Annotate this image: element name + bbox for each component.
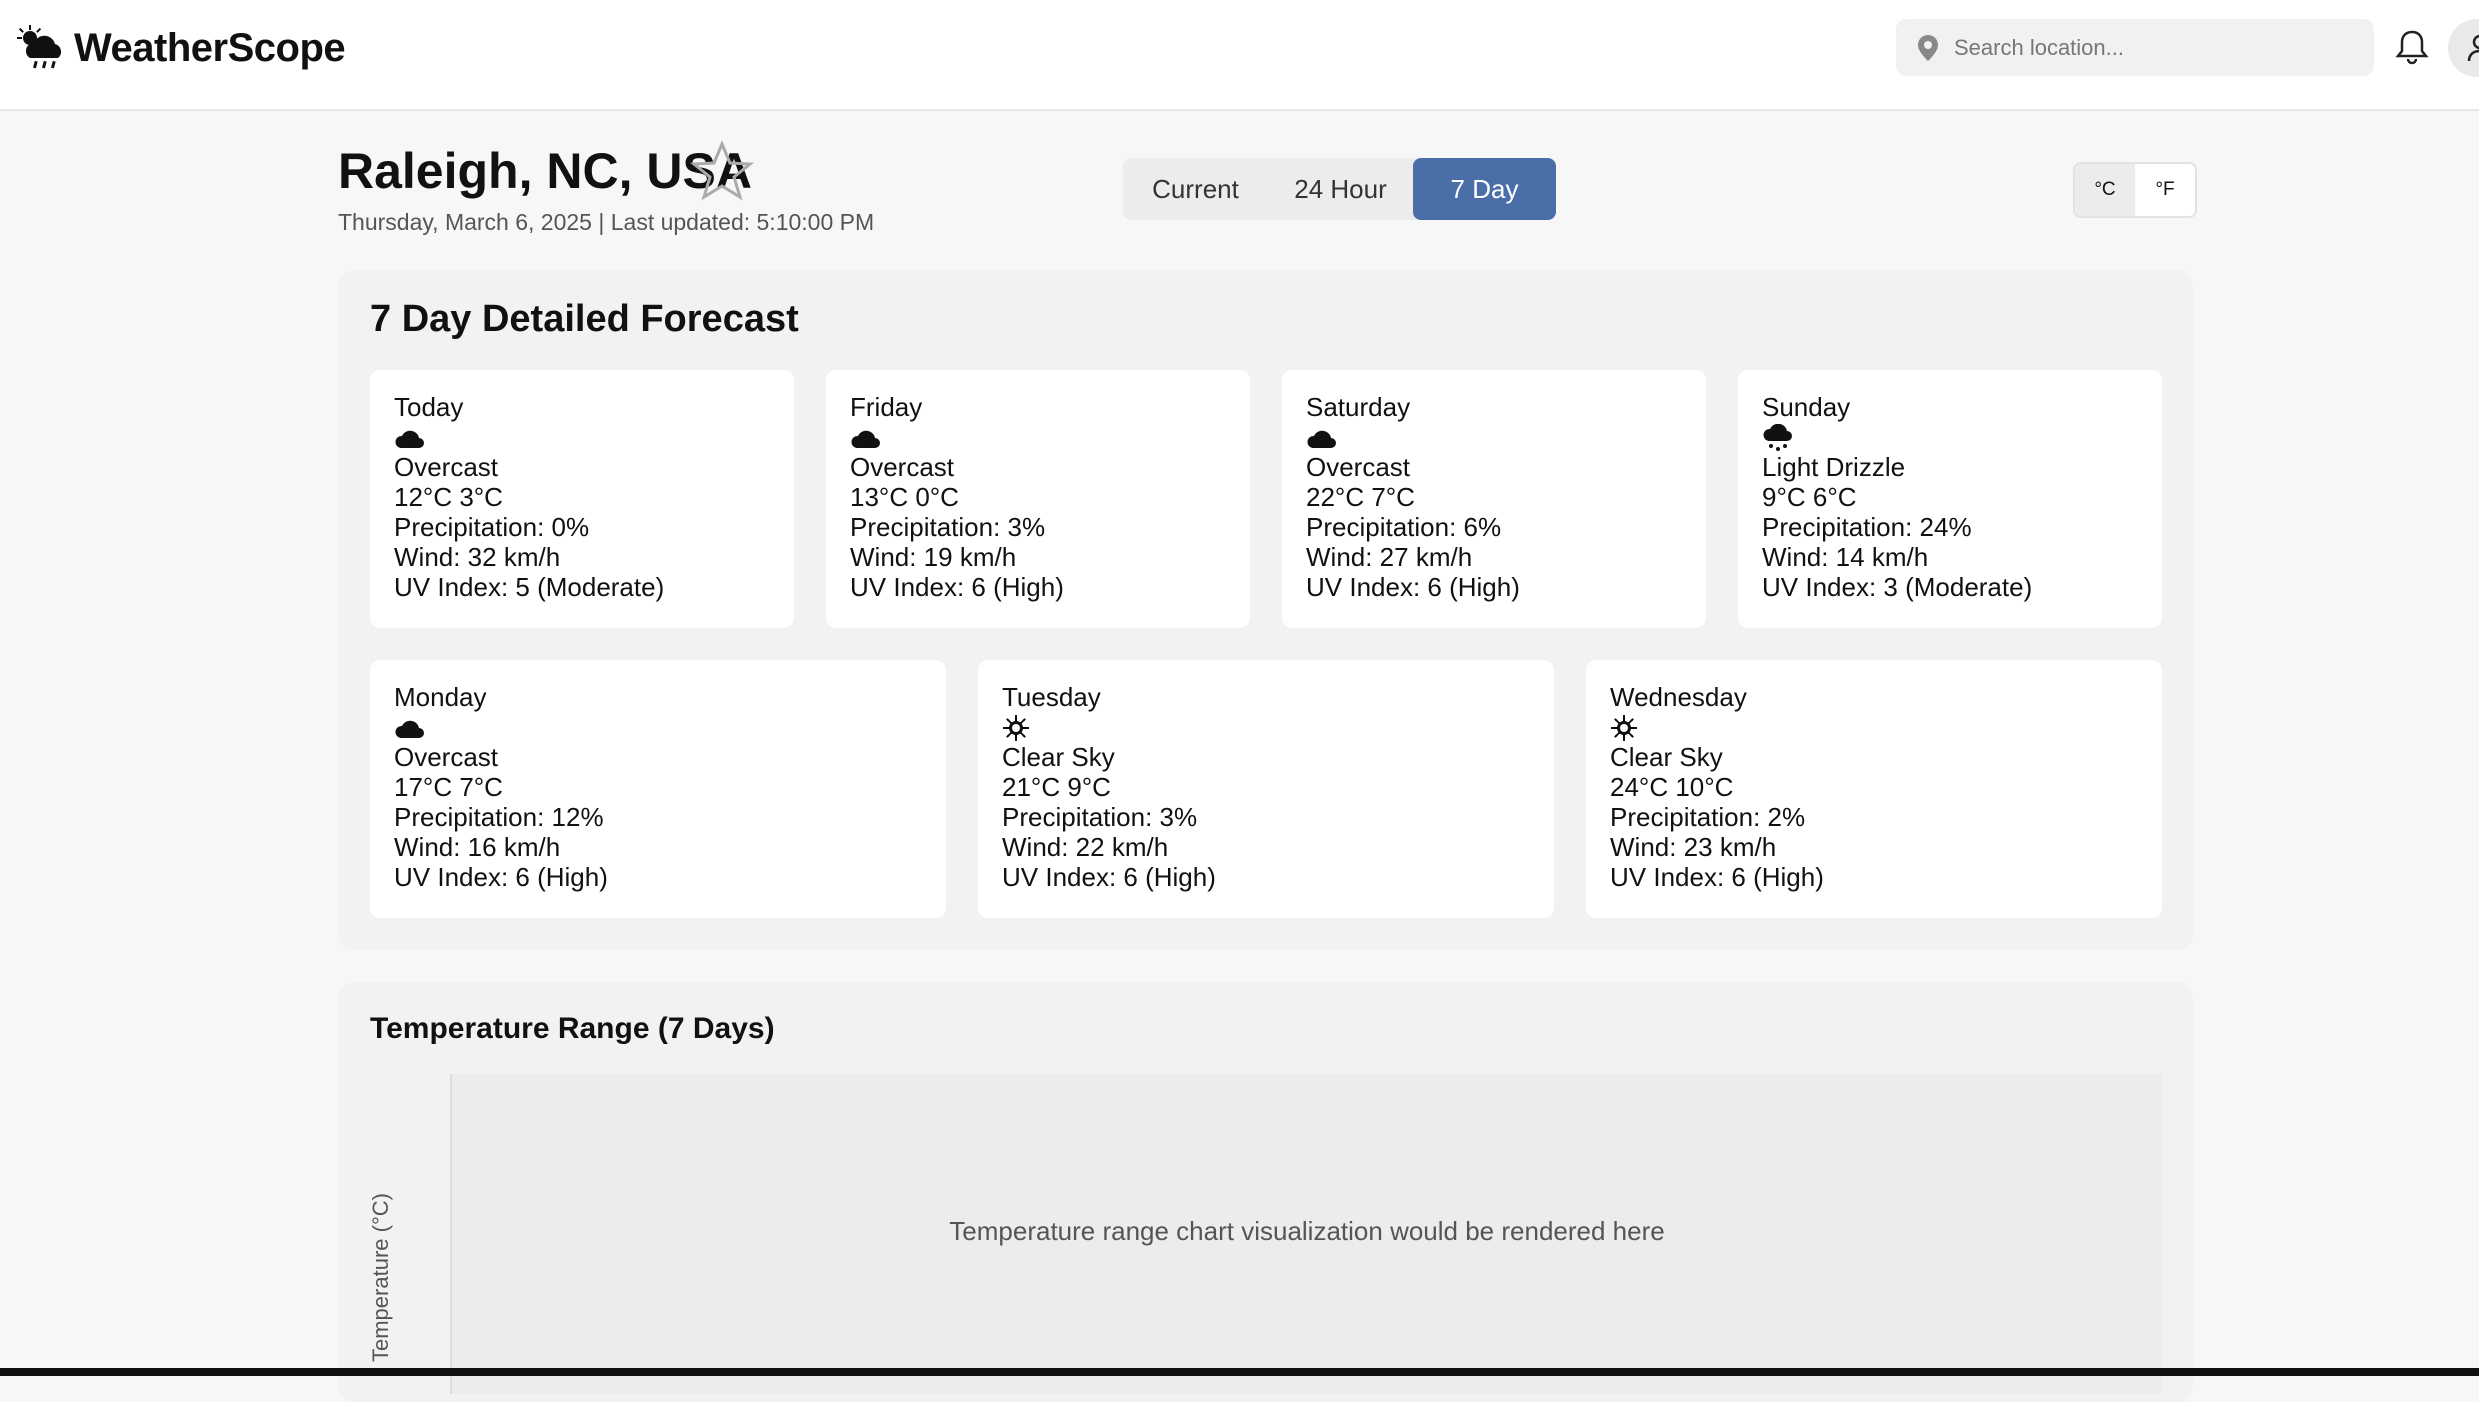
day-name: Sunday — [1762, 392, 1851, 422]
day-condition: Overcast — [850, 452, 955, 482]
cloud-icon — [395, 430, 424, 448]
location-search — [1896, 19, 2374, 76]
day-temps: 17°C 7°C — [394, 772, 503, 802]
day-wind: Wind: 22 km/h — [1002, 832, 1169, 862]
day-precipitation: Precipitation: 6% — [1306, 512, 1502, 542]
forecast-panel: 7 Day Detailed Forecast Today Overcast 1… — [338, 270, 2193, 950]
day-uv-index: UV Index: 6 (High) — [1306, 572, 1520, 602]
user-avatar[interactable] — [2448, 19, 2479, 77]
search-input[interactable] — [1952, 33, 2356, 62]
day-condition: Overcast — [1306, 452, 1411, 482]
day-name: Today — [394, 392, 464, 422]
bottom-edge — [0, 1368, 2479, 1376]
day-condition: Clear Sky — [1610, 742, 1723, 772]
day-condition: Overcast — [394, 742, 499, 772]
app-logo[interactable]: WeatherScope — [16, 24, 346, 72]
favorite-star-icon[interactable] — [690, 140, 754, 202]
day-condition: Light Drizzle — [1762, 452, 1906, 482]
day-temps: 22°C 7°C — [1306, 482, 1415, 512]
cloud-icon — [851, 430, 880, 448]
day-temps: 9°C 6°C — [1762, 482, 1857, 512]
tab-7-day[interactable]: 7 Day — [1413, 158, 1556, 220]
chart-y-axis-label: Temperature (°C) — [368, 1193, 393, 1362]
weather-logo-icon — [17, 25, 62, 69]
day-card[interactable]: Today Overcast 12°C 3°C Precipitation: 0… — [370, 370, 794, 628]
day-condition: Clear Sky — [1002, 742, 1115, 772]
day-temps: 12°C 3°C — [394, 482, 503, 512]
day-precipitation: Precipitation: 0% — [394, 512, 590, 542]
day-wind: Wind: 19 km/h — [850, 542, 1017, 572]
day-card[interactable]: Saturday Overcast 22°C 7°C Precipitation… — [1282, 370, 1706, 628]
forecast-title: 7 Day Detailed Forecast — [370, 298, 799, 340]
day-card[interactable]: Monday Overcast 17°C 7°C Precipitation: … — [370, 660, 946, 918]
day-wind: Wind: 32 km/h — [394, 542, 561, 572]
day-uv-index: UV Index: 6 (High) — [1002, 862, 1216, 892]
day-card[interactable]: Wednesday Clear Sky 24°C 10°C Precipitat… — [1586, 660, 2162, 918]
day-card[interactable]: Tuesday Clear Sky 21°C 9°C Precipitation… — [978, 660, 1554, 918]
user-icon — [2467, 34, 2479, 62]
day-wind: Wind: 27 km/h — [1306, 542, 1473, 572]
notification-bell-icon[interactable] — [2395, 28, 2429, 66]
day-uv-index: UV Index: 6 (High) — [394, 862, 608, 892]
day-precipitation: Precipitation: 12% — [394, 802, 604, 832]
day-uv-index: UV Index: 6 (High) — [850, 572, 1064, 602]
tab-24-hour[interactable]: 24 Hour — [1268, 158, 1413, 220]
day-name: Wednesday — [1610, 682, 1747, 712]
fahrenheit-button[interactable]: °F — [2135, 164, 2195, 216]
day-precipitation: Precipitation: 2% — [1610, 802, 1806, 832]
unit-toggle: °C °F — [2073, 162, 2197, 218]
day-name: Monday — [394, 682, 487, 712]
sun-icon — [1611, 715, 1637, 741]
day-name: Saturday — [1306, 392, 1411, 422]
day-temps: 21°C 9°C — [1002, 772, 1111, 802]
cloud-icon — [1307, 430, 1336, 448]
chart-title: Temperature Range (7 Days) — [370, 1012, 775, 1045]
tab-current[interactable]: Current — [1123, 158, 1268, 220]
day-uv-index: UV Index: 3 (Moderate) — [1762, 572, 2033, 602]
day-precipitation: Precipitation: 24% — [1762, 512, 1972, 542]
location-subtitle: Thursday, March 6, 2025 | Last updated: … — [338, 209, 875, 235]
app-name: WeatherScope — [74, 25, 346, 70]
day-precipitation: Precipitation: 3% — [1002, 802, 1198, 832]
drizzle-icon — [1763, 424, 1792, 451]
day-card[interactable]: Friday Overcast 13°C 0°C Precipitation: … — [826, 370, 1250, 628]
day-wind: Wind: 14 km/h — [1762, 542, 1929, 572]
temperature-chart-panel: Temperature Range (7 Days) Temperature (… — [338, 982, 2193, 1402]
day-temps: 24°C 10°C — [1610, 772, 1734, 802]
chart-area: Temperature range chart visualization wo… — [450, 1074, 2162, 1394]
day-card[interactable]: Sunday Light Drizzle 9°C 6°C Precipitati… — [1738, 370, 2162, 628]
day-condition: Overcast — [394, 452, 499, 482]
day-uv-index: UV Index: 6 (High) — [1610, 862, 1824, 892]
day-name: Tuesday — [1002, 682, 1101, 712]
location-pin-icon — [1918, 34, 1938, 61]
day-wind: Wind: 23 km/h — [1610, 832, 1777, 862]
celsius-button[interactable]: °C — [2075, 164, 2135, 216]
forecast-tabs: Current 24 Hour 7 Day — [1123, 158, 1556, 220]
day-wind: Wind: 16 km/h — [394, 832, 561, 862]
day-uv-index: UV Index: 5 (Moderate) — [394, 572, 665, 602]
cloud-icon — [395, 720, 424, 738]
sun-icon — [1003, 715, 1029, 741]
chart-placeholder-text: Temperature range chart visualization wo… — [949, 1216, 1665, 1246]
day-temps: 13°C 0°C — [850, 482, 959, 512]
app-header: WeatherScope — [0, 0, 2479, 111]
day-precipitation: Precipitation: 3% — [850, 512, 1046, 542]
day-name: Friday — [850, 392, 923, 422]
